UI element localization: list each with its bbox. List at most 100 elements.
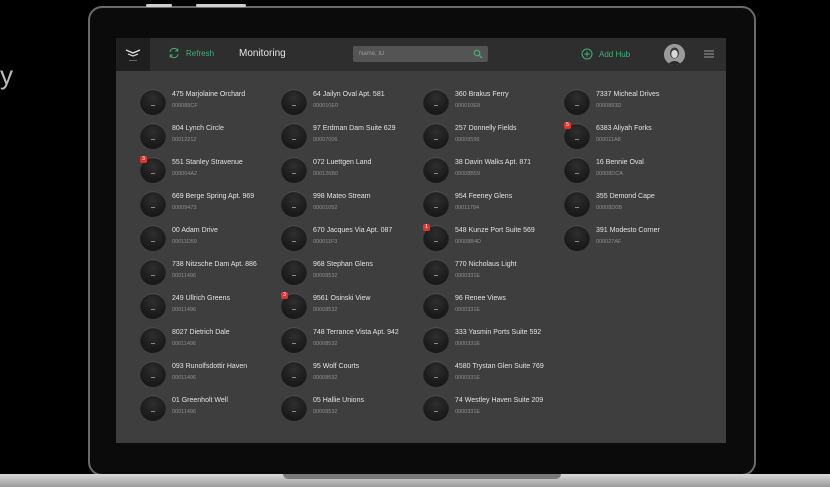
hub-id: 00008B4D <box>455 239 481 245</box>
hub-name: 360 Brakus Ferry <box>455 91 509 98</box>
hub-device-icon <box>423 89 449 115</box>
hub-id: 00008532 <box>313 273 338 279</box>
search-input[interactable] <box>359 48 464 60</box>
hub-item[interactable]: 5 6383 Aliyah Forks 000011A8 <box>564 122 704 157</box>
hub-item[interactable]: 1 548 Kunze Port Suite 569 00008B4D <box>423 224 563 259</box>
hub-item[interactable]: 16 Bennie Oval 00008DCA <box>564 157 704 191</box>
avatar[interactable] <box>664 44 685 65</box>
hub-item[interactable]: 257 Donnelly Fields 00009599 <box>423 123 563 157</box>
hub-item[interactable]: 804 Lynch Circle 00012212 <box>140 123 280 157</box>
search-box[interactable] <box>353 46 488 62</box>
hub-name: 4580 Trystan Glen Suite 769 <box>455 363 544 370</box>
partial-text-glyph: y <box>0 60 13 90</box>
hub-device-icon <box>140 327 166 353</box>
hub-item[interactable]: 01 Greenholt Well 00011496 <box>140 395 280 429</box>
hub-id: 0000893D <box>596 103 622 109</box>
hub-name: 00 Adam Drive <box>172 227 218 234</box>
hub-name: 093 Runolfsdottir Haven <box>172 363 248 370</box>
hub-item[interactable]: 74 Westley Haven Suite 209 0000331E <box>423 395 563 429</box>
hub-name: 95 Wolf Courts <box>313 363 360 370</box>
hub-item[interactable]: 7337 Micheal Drives 0000893D <box>564 89 704 123</box>
hub-item[interactable]: 770 Nicholaus Light 0000331E <box>423 259 563 293</box>
hub-item[interactable]: 669 Berge Spring Apt. 969 00009473 <box>140 191 280 225</box>
hub-name: 7337 Micheal Drives <box>596 91 660 98</box>
alert-badge: 1 <box>423 224 430 231</box>
hub-item[interactable]: 738 Nitzsche Dam Apt. 886 00011496 <box>140 259 280 293</box>
hub-id: 00011496 <box>172 341 197 347</box>
hub-device-icon <box>564 89 590 115</box>
hub-item[interactable]: 95 Wolf Courts 00008532 <box>281 361 421 395</box>
hub-device-icon <box>423 123 449 149</box>
hub-id: 00008DCA <box>596 171 623 177</box>
hub-id: 000126B0 <box>313 171 339 177</box>
hub-item[interactable]: 968 Stephan Glens 00008532 <box>281 259 421 293</box>
hub-name: 072 Luettgen Land <box>313 159 372 166</box>
hub-id: 000010E0 <box>313 103 339 109</box>
hub-device-icon <box>564 157 590 183</box>
hub-id: 0000331E <box>455 341 481 347</box>
hamburger-menu-icon[interactable] <box>704 50 714 58</box>
hub-device-icon <box>281 225 307 251</box>
hub-item[interactable]: 333 Yasmin Ports Suite 592 0000331E <box>423 327 563 361</box>
hub-name: 748 Terrance Vista Apt. 942 <box>313 329 399 336</box>
hub-id: 00009599 <box>455 137 480 143</box>
add-hub-button[interactable]: Add Hub <box>581 48 630 60</box>
hub-id: 000011F3 <box>313 239 338 245</box>
hub-item[interactable]: 96 Renee Views 0000331E <box>423 293 563 327</box>
hub-id: 00011496 <box>172 307 197 313</box>
plus-circle-icon <box>581 48 593 60</box>
hub-name: 355 Demond Cape <box>596 193 655 200</box>
hub-item[interactable]: 3 551 Stanley Stravenue 000064A2 <box>140 156 280 191</box>
hub-item[interactable]: 748 Terrance Vista Apt. 942 00008532 <box>281 327 421 361</box>
lid-highlight <box>196 4 246 7</box>
hub-item[interactable]: 093 Runolfsdottir Haven 00011496 <box>140 361 280 395</box>
alert-badge: 5 <box>564 122 571 129</box>
hub-device-icon <box>423 293 449 319</box>
app-logo[interactable] <box>116 38 150 71</box>
hub-id: 00008532 <box>313 375 338 381</box>
hub-item[interactable]: 475 Marjolaine Orchard 000089CF <box>140 89 280 123</box>
hub-name: 968 Stephan Glens <box>313 261 373 268</box>
hub-name: 38 Davin Walks Apt. 871 <box>455 159 532 166</box>
hub-id: 00008532 <box>313 341 338 347</box>
app-screen: Refresh Monitoring Add Hub <box>116 38 726 443</box>
hub-item[interactable]: 00 Adam Drive 00011D59 <box>140 225 280 259</box>
refresh-button[interactable]: Refresh <box>168 47 214 59</box>
hub-item[interactable]: 360 Brakus Ferry 000010E8 <box>423 89 563 123</box>
hub-id: 000011A8 <box>596 137 621 143</box>
hub-item[interactable]: 8027 Dietrich Dale 00011496 <box>140 327 280 361</box>
hub-device-icon <box>281 157 307 183</box>
lid-highlight <box>146 4 172 7</box>
hub-item[interactable]: 391 Modesto Corner 000027AF <box>564 225 704 259</box>
hub-device-icon <box>281 191 307 217</box>
hub-name: 954 Feeney Glens <box>455 193 513 200</box>
hub-item[interactable]: 355 Demond Cape 00008D0B <box>564 191 704 225</box>
hub-id: 00011496 <box>172 273 197 279</box>
hub-device-icon <box>423 361 449 387</box>
hub-item[interactable]: 97 Erdman Dam Suite 629 00007006 <box>281 123 421 157</box>
hub-item[interactable]: 38 Davin Walks Apt. 871 00008B59 <box>423 157 563 191</box>
hub-item[interactable]: 4580 Trystan Glen Suite 769 0000331E <box>423 361 563 395</box>
hub-name: 551 Stanley Stravenue <box>172 159 243 166</box>
hub-device-icon <box>140 259 166 285</box>
hub-item[interactable]: 64 Jailyn Oval Apt. 581 000010E0 <box>281 89 421 123</box>
alert-badge: 3 <box>140 156 147 163</box>
hub-name: 670 Jacques Via Apt. 087 <box>313 227 393 234</box>
hub-name: 9561 Osinski View <box>313 295 371 302</box>
hub-item[interactable]: 670 Jacques Via Apt. 087 000011F3 <box>281 225 421 259</box>
search-icon[interactable] <box>473 49 483 59</box>
hub-item[interactable]: 249 Ullrich Greens 00011496 <box>140 293 280 327</box>
hub-item[interactable]: 05 Hallie Unions 00008532 <box>281 395 421 429</box>
hub-item[interactable]: 954 Feeney Glens 00011784 <box>423 191 563 225</box>
hub-item[interactable]: 072 Luettgen Land 000126B0 <box>281 157 421 191</box>
hub-item[interactable]: 3 9561 Osinski View 00008532 <box>281 292 421 327</box>
hub-name: 6383 Aliyah Forks <box>596 125 652 132</box>
avatar-image <box>664 44 685 65</box>
hub-id: 0000331E <box>455 307 481 313</box>
hub-device-icon <box>140 123 166 149</box>
hub-device-icon <box>281 395 307 421</box>
hub-id: 0000331E <box>455 273 481 279</box>
hub-id: 00001052 <box>313 205 338 211</box>
hub-item[interactable]: 998 Mateo Stream 00001052 <box>281 191 421 225</box>
hub-name: 249 Ullrich Greens <box>172 295 230 302</box>
